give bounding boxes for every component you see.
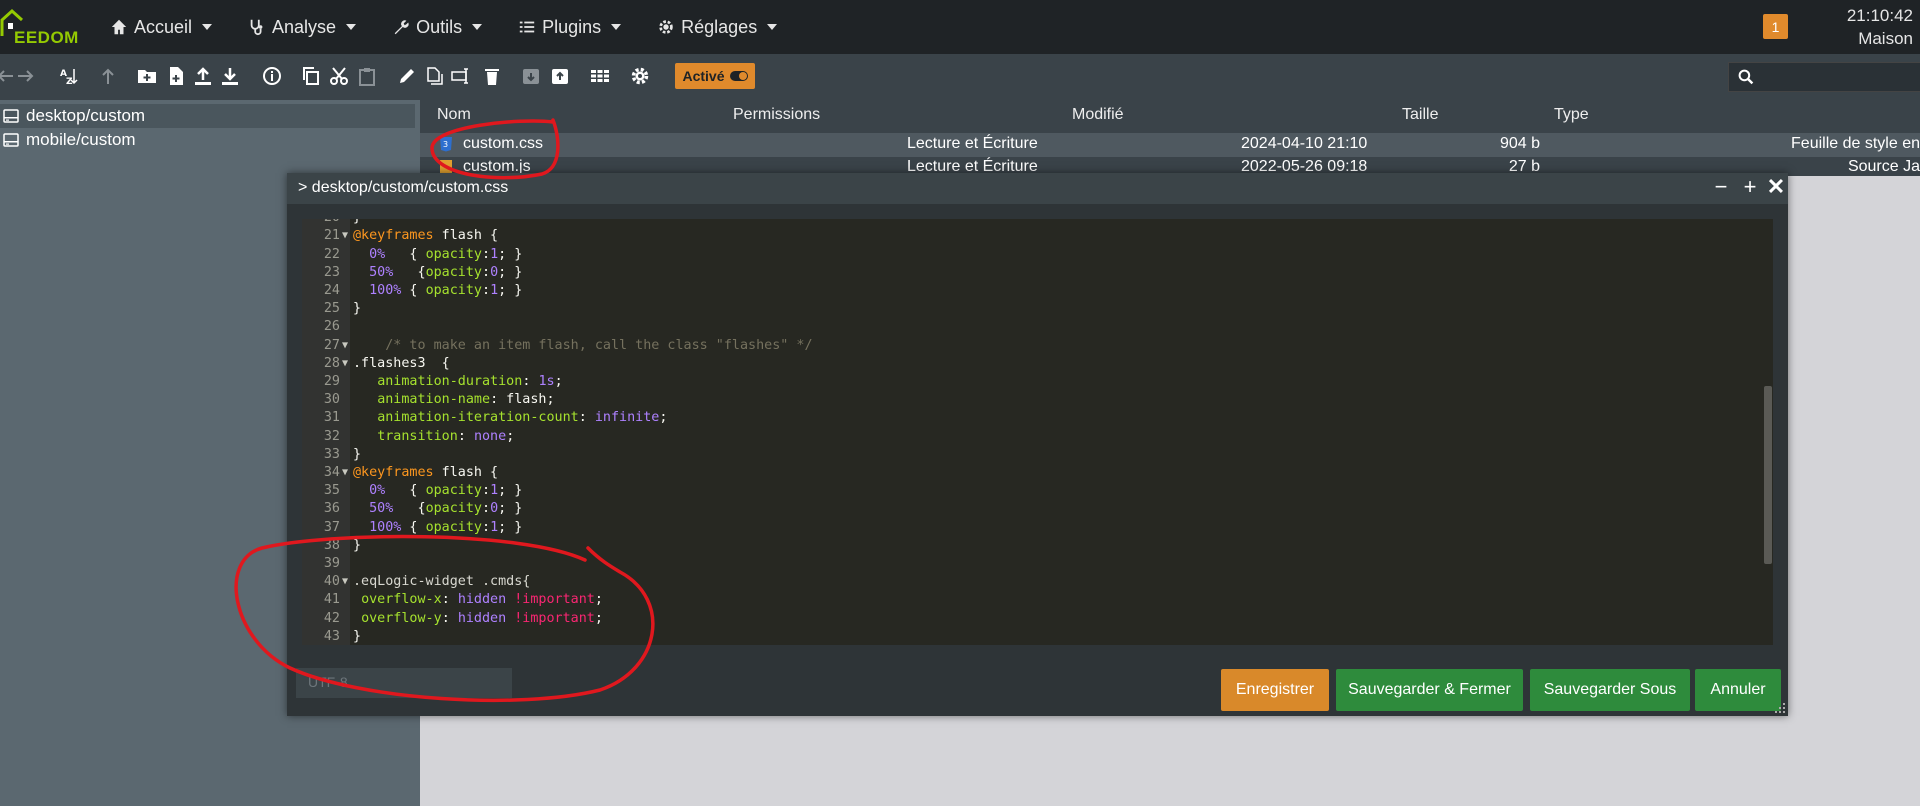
dialog-titlebar[interactable]: > desktop/custom/custom.css − + ✕ [287,173,1788,204]
tree-item-label: desktop/custom [26,106,146,125]
fold-arrow-icon: ▼ [342,357,349,369]
active-toggle-button[interactable]: Activé [675,63,755,89]
menu-outils-label: Outils [416,16,463,37]
jeedom-logo[interactable]: EEDOM [0,8,80,47]
up-arrow-icon[interactable] [95,63,121,89]
extract-icon[interactable] [547,63,573,89]
svg-text:3: 3 [443,140,448,149]
maximize-icon[interactable]: + [1740,176,1760,198]
menu-outils[interactable]: Outils [380,0,494,54]
save-and-close-button[interactable]: Sauvegarder & Fermer [1336,669,1523,711]
stethoscope-icon [250,19,263,36]
save-button[interactable]: Enregistrer [1221,669,1329,711]
col-header-type[interactable]: Type [1554,106,1589,124]
minimize-icon[interactable]: − [1711,176,1731,198]
notification-badge[interactable]: 1 [1763,14,1788,39]
search-box [1728,62,1920,92]
file-toolbar: AZ [0,54,1920,100]
file-row-custom-css[interactable]: 3 custom.css Lecture et Écriture 2024-04… [420,133,1920,157]
top-navbar: EEDOM Accueil Analyse Outils Plugins Rég… [0,0,1920,54]
save-as-button[interactable]: Sauvegarder Sous [1530,669,1690,711]
col-header-size[interactable]: Taille [1402,106,1438,124]
dialog-title: > desktop/custom/custom.css [298,179,509,196]
new-file-icon[interactable] [163,63,189,89]
gear-icon [659,20,673,34]
clock: 21:10:42 Maison [1847,4,1913,50]
file-type: Source Ja [1847,158,1920,175]
tree-item-label: mobile/custom [26,130,136,149]
paste-icon[interactable] [354,63,380,89]
menu-analyse[interactable]: Analyse [236,0,368,54]
list-icon [519,21,535,33]
chevron-down-icon [767,24,778,30]
menu-plugins-label: Plugins [542,16,602,37]
fold-arrow-icon: ▼ [342,466,349,478]
file-size: 904 b [1499,135,1540,152]
logo-text: EEDOM [14,28,79,47]
main-menu: Accueil Analyse Outils Plugins Réglages [98,0,801,54]
encoding-value: UTF-8 [308,674,348,690]
grid-view-icon[interactable] [587,63,613,89]
forward-arrow-icon[interactable] [13,63,39,89]
col-header-permissions[interactable]: Permissions [733,106,820,124]
encoding-field[interactable]: UTF-8 [296,668,512,698]
cancel-button[interactable]: Annuler [1695,669,1781,711]
file-modified: 2024-04-10 21:10 [1241,135,1368,152]
menu-analyse-label: Analyse [272,16,337,37]
sort-az-icon[interactable]: AZ [55,63,81,89]
toggle-on-icon [729,71,748,81]
wrench-icon [394,20,409,35]
home-icon [111,19,127,35]
close-icon[interactable]: ✕ [1766,176,1786,198]
file-list: Nom Permissions Modifié Taille Type 3 cu… [420,100,1920,176]
menu-reglages[interactable]: Réglages [645,0,789,54]
cut-icon[interactable] [326,63,352,89]
menu-reglages-label: Réglages [681,16,758,37]
settings-gear-icon[interactable] [627,63,653,89]
rename-icon[interactable] [448,63,474,89]
tree-item-desktop-custom[interactable]: desktop/custom [0,104,415,128]
trash-icon[interactable] [479,63,505,89]
search-icon [1738,69,1754,85]
clock-location[interactable]: Maison [1847,27,1913,50]
file-editor-dialog: > desktop/custom/custom.css − + ✕ 20} 21… [287,173,1788,716]
duplicate-icon[interactable] [421,63,447,89]
file-list-header: Nom Permissions Modifié Taille Type [420,100,1920,132]
menu-accueil-label: Accueil [134,16,193,37]
chevron-down-icon [202,24,213,30]
hdd-icon [3,133,19,147]
col-header-modified[interactable]: Modifié [1072,106,1124,124]
file-name: custom.css [463,135,544,152]
fold-arrow-icon: ▼ [342,576,349,588]
col-header-name[interactable]: Nom [437,106,471,124]
code-editor[interactable]: 20} 21▼@keyframes flash { 22 0% { opacit… [302,219,1773,645]
file-type: Feuille de style en [1791,135,1920,152]
css-file-icon: 3 [440,137,452,152]
tree-item-mobile-custom[interactable]: mobile/custom [0,128,136,152]
file-permissions: Lecture et Écriture [907,135,1038,152]
info-icon[interactable] [259,63,285,89]
copy-icon[interactable] [298,63,324,89]
chevron-down-icon [346,24,357,30]
download-icon[interactable] [217,63,243,89]
active-toggle-label: Activé [682,68,725,84]
upload-icon[interactable] [190,63,216,89]
menu-accueil[interactable]: Accueil [98,0,224,54]
new-folder-icon[interactable] [134,63,160,89]
fold-arrow-icon: ▼ [342,339,349,351]
editor-scrollbar[interactable] [1764,227,1772,639]
chevron-down-icon [611,24,622,30]
chevron-down-icon [472,24,483,30]
scrollbar-thumb[interactable] [1764,386,1772,564]
resize-handle-icon[interactable] [1775,703,1785,713]
hdd-icon [3,109,19,123]
clock-time: 21:10:42 [1846,6,1913,25]
fold-arrow-icon: ▼ [342,230,349,241]
search-input[interactable] [1761,67,1915,87]
edit-pencil-icon[interactable] [394,63,420,89]
menu-plugins[interactable]: Plugins [506,0,633,54]
archive-icon[interactable] [518,63,544,89]
